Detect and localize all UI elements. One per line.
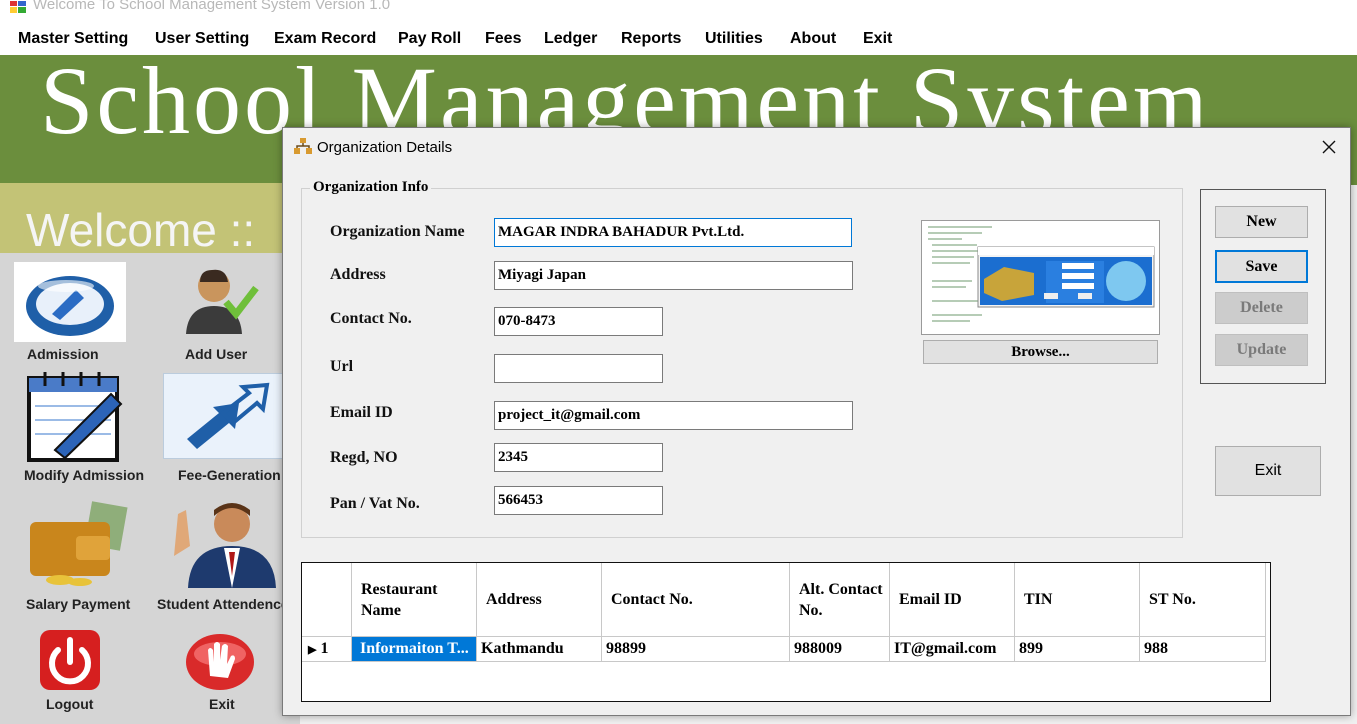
table-cell[interactable]: 988009 bbox=[790, 637, 890, 662]
launcher-label: Logout bbox=[46, 696, 94, 712]
student-raise-hand-icon bbox=[174, 503, 276, 588]
org-name-label: Organization Name bbox=[330, 223, 465, 240]
table-cell[interactable]: Kathmandu bbox=[477, 637, 602, 662]
grid-column-header[interactable]: ST No. bbox=[1140, 563, 1266, 637]
menu-exit[interactable]: Exit bbox=[863, 30, 892, 48]
grid-column-header[interactable]: Contact No. bbox=[602, 563, 790, 637]
menu-reports[interactable]: Reports bbox=[621, 30, 681, 48]
window-title: Welcome To School Management System Vers… bbox=[33, 0, 391, 13]
close-icon[interactable] bbox=[1319, 137, 1339, 157]
menu-user-setting[interactable]: User Setting bbox=[155, 30, 249, 48]
launcher-label: Fee-Generation bbox=[178, 467, 281, 483]
menu-pay-roll[interactable]: Pay Roll bbox=[398, 30, 461, 48]
url-input[interactable] bbox=[494, 354, 663, 383]
launcher-student-attendence[interactable]: Student Attendence bbox=[150, 496, 290, 614]
launcher-exit[interactable]: Exit bbox=[150, 624, 290, 724]
address-input[interactable] bbox=[494, 261, 853, 290]
regd-label: Regd, NO bbox=[330, 449, 398, 466]
logo-preview-image bbox=[921, 220, 1160, 335]
address-label: Address bbox=[330, 266, 386, 283]
grid-column-header[interactable]: Alt. Contact No. bbox=[790, 563, 890, 637]
menu-master-setting[interactable]: Master Setting bbox=[18, 30, 128, 48]
row-index: 1 bbox=[320, 640, 329, 657]
launcher-label: Modify Admission bbox=[24, 467, 145, 483]
browse-button[interactable]: Browse... bbox=[923, 340, 1158, 364]
launcher-fee-generation[interactable]: Fee-Generation bbox=[160, 370, 300, 488]
launcher-add-user[interactable]: Add User bbox=[150, 258, 290, 366]
stop-hand-icon bbox=[186, 634, 254, 690]
grid-column-header[interactable]: Address bbox=[477, 563, 602, 637]
menu-ledger[interactable]: Ledger bbox=[544, 30, 597, 48]
delete-button[interactable]: Delete bbox=[1215, 292, 1308, 324]
grid-row-header-corner bbox=[302, 563, 352, 637]
table-cell[interactable]: 988 bbox=[1140, 637, 1266, 662]
org-name-input[interactable] bbox=[494, 218, 852, 247]
pan-input[interactable] bbox=[494, 486, 663, 515]
url-label: Url bbox=[330, 358, 354, 375]
table-cell[interactable]: IT@gmail.com bbox=[890, 637, 1015, 662]
contact-input[interactable] bbox=[494, 307, 663, 336]
launcher-label: Exit bbox=[209, 696, 235, 712]
launcher-label: Student Attendence bbox=[157, 596, 289, 612]
group-title: Organization Info bbox=[310, 179, 432, 196]
save-button[interactable]: Save bbox=[1215, 250, 1308, 283]
menu-about[interactable]: About bbox=[790, 30, 836, 48]
update-button[interactable]: Update bbox=[1215, 334, 1308, 366]
dialog-title: Organization Details bbox=[317, 139, 453, 156]
launcher-admission[interactable]: Admission bbox=[0, 258, 140, 366]
add-user-icon bbox=[186, 269, 259, 334]
screenshot-thumbnail-icon bbox=[922, 221, 1159, 334]
power-icon bbox=[40, 630, 100, 690]
welcome-band: Welcome :: bbox=[0, 183, 300, 256]
menu-bar: Master Setting User Setting Exam Record … bbox=[0, 24, 1357, 55]
launcher-logout[interactable]: Logout bbox=[0, 624, 140, 724]
action-button-group: New Save Delete Update bbox=[1200, 189, 1326, 384]
notepad-pen-icon bbox=[27, 372, 123, 462]
menu-exam-record[interactable]: Exam Record bbox=[274, 30, 376, 48]
wallet-money-icon bbox=[30, 501, 128, 586]
menu-utilities[interactable]: Utilities bbox=[705, 30, 763, 48]
email-label: Email ID bbox=[330, 404, 393, 421]
organization-details-dialog: Organization Details Organization Info O… bbox=[282, 127, 1351, 716]
grid-column-header[interactable]: Email ID bbox=[890, 563, 1015, 637]
transfer-arrows-icon bbox=[163, 373, 283, 459]
table-cell[interactable]: Informaiton T... bbox=[352, 637, 477, 662]
grid-column-header[interactable]: Restaurant Name bbox=[352, 563, 477, 637]
grid-column-header[interactable]: TIN bbox=[1015, 563, 1140, 637]
contact-label: Contact No. bbox=[330, 310, 412, 327]
admission-icon bbox=[14, 262, 126, 342]
launcher-label: Salary Payment bbox=[26, 596, 131, 612]
regd-input[interactable] bbox=[494, 443, 663, 472]
new-button[interactable]: New bbox=[1215, 206, 1308, 238]
table-cell[interactable]: 899 bbox=[1015, 637, 1140, 662]
email-input[interactable] bbox=[494, 401, 853, 430]
table-row-header[interactable]: ▶ 1 bbox=[302, 637, 352, 662]
launcher-label: Admission bbox=[27, 346, 99, 362]
app-icon bbox=[10, 1, 26, 13]
exit-button[interactable]: Exit bbox=[1215, 446, 1321, 496]
main-title-bar: Welcome To School Management System Vers… bbox=[0, 0, 1357, 24]
launcher-modify-admission[interactable]: Modify Admission bbox=[0, 370, 155, 488]
menu-fees[interactable]: Fees bbox=[485, 30, 521, 48]
launcher-salary-payment[interactable]: Salary Payment bbox=[0, 496, 155, 614]
organization-icon bbox=[294, 138, 312, 154]
pan-label: Pan / Vat No. bbox=[330, 495, 420, 512]
organization-grid: Restaurant Name Address Contact No. Alt.… bbox=[301, 562, 1271, 702]
table-cell[interactable]: 98899 bbox=[602, 637, 790, 662]
welcome-text: Welcome :: bbox=[26, 204, 256, 256]
launcher-label: Add User bbox=[185, 346, 248, 362]
current-row-arrow-icon: ▶ bbox=[308, 644, 317, 656]
